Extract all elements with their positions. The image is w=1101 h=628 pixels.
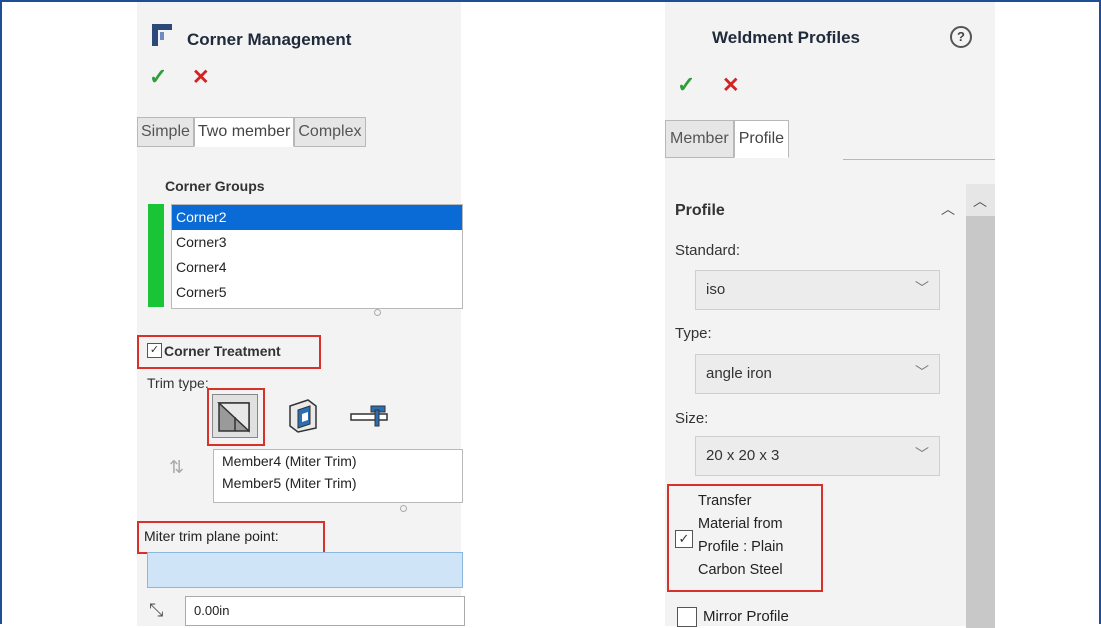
- resize-handle[interactable]: [400, 505, 407, 512]
- weldment-profiles-panel: Weldment Profiles ? ✓ ✕ Member Profile P…: [665, 2, 995, 628]
- chevron-down-icon: ﹀: [915, 280, 929, 296]
- tab-member[interactable]: Member: [665, 120, 734, 158]
- ok-check-icon[interactable]: ✓: [677, 72, 695, 98]
- miter-plane-point-label: Miter trim plane point:: [144, 528, 279, 544]
- mirror-profile-label[interactable]: Mirror Profile: [703, 608, 789, 625]
- cancel-x-icon[interactable]: ✕: [722, 73, 740, 98]
- mirror-profile-checkbox[interactable]: [677, 607, 697, 627]
- size-select[interactable]: 20 x 20 x 3 ﹀: [695, 436, 940, 476]
- corner-management-icon: [152, 24, 172, 46]
- tab-simple[interactable]: Simple: [137, 117, 194, 147]
- tab-complex[interactable]: Complex: [294, 117, 366, 147]
- weldment-profiles-title: Weldment Profiles: [712, 28, 860, 47]
- transfer-material-checkbox[interactable]: ✓: [675, 530, 693, 548]
- corner-management-title: Corner Management: [187, 30, 352, 49]
- type-label: Type:: [675, 325, 712, 342]
- miter-plane-point-field[interactable]: [147, 552, 463, 588]
- profile-section-title: Profile: [675, 202, 725, 219]
- chevron-down-icon: ﹀: [915, 364, 929, 380]
- list-item[interactable]: Corner4: [172, 255, 462, 280]
- tab-two-member[interactable]: Two member: [193, 117, 295, 147]
- standard-select[interactable]: iso ﹀: [695, 270, 940, 310]
- transfer-line: Transfer: [698, 493, 752, 509]
- swap-members-icon[interactable]: ⇅: [169, 457, 184, 478]
- corner-groups-list[interactable]: Corner2 Corner3 Corner4 Corner5: [171, 204, 463, 309]
- miter-trim-icon[interactable]: [212, 394, 258, 438]
- distance-input[interactable]: 0.00in: [185, 596, 465, 626]
- ok-check-icon[interactable]: ✓: [149, 64, 167, 90]
- scrollbar-thumb[interactable]: [966, 216, 995, 628]
- coped-trim-icon[interactable]: [349, 400, 389, 432]
- list-item[interactable]: Member4 (Miter Trim): [214, 450, 462, 472]
- list-item[interactable]: Member5 (Miter Trim): [214, 472, 462, 494]
- transfer-material-label[interactable]: Transfer Material from Profile : Plain C…: [698, 490, 783, 582]
- tab-profile[interactable]: Profile: [733, 120, 790, 158]
- corner-groups-label: Corner Groups: [165, 178, 265, 194]
- corner-tabs: Simple Two member Complex: [137, 117, 366, 147]
- tab-underline: [843, 159, 995, 160]
- corner-treatment-label[interactable]: Corner Treatment: [164, 343, 281, 359]
- transfer-line: Material from: [698, 516, 783, 532]
- size-label: Size:: [675, 410, 709, 427]
- list-item[interactable]: Corner2: [172, 205, 462, 230]
- members-list[interactable]: Member4 (Miter Trim) Member5 (Miter Trim…: [213, 449, 463, 503]
- corner-management-panel: Corner Management ✓ ✕ Simple Two member …: [137, 2, 465, 626]
- list-item[interactable]: Corner5: [172, 280, 462, 305]
- chevron-down-icon: ﹀: [915, 446, 929, 462]
- resize-handle[interactable]: [374, 309, 381, 316]
- distance-icon: ⤡: [149, 600, 164, 620]
- collapse-icon[interactable]: ︿: [941, 199, 955, 219]
- list-item[interactable]: Corner3: [172, 230, 462, 255]
- standard-value: iso: [706, 281, 726, 298]
- transfer-line: Profile : Plain: [698, 539, 784, 555]
- type-select[interactable]: angle iron ﹀: [695, 354, 940, 394]
- cancel-x-icon[interactable]: ✕: [192, 65, 210, 90]
- corner-groups-color-bar: [148, 204, 164, 307]
- size-value: 20 x 20 x 3: [706, 447, 780, 464]
- corner-treatment-checkbox[interactable]: ✓: [147, 343, 162, 358]
- trim-type-label: Trim type:: [147, 375, 209, 391]
- transfer-line: Carbon Steel: [698, 562, 783, 578]
- butt-trim-icon[interactable]: [284, 396, 320, 434]
- help-icon[interactable]: ?: [950, 26, 972, 48]
- scroll-up-icon[interactable]: ︿: [973, 191, 987, 211]
- type-value: angle iron: [706, 365, 772, 382]
- weldment-tabs: Member Profile: [665, 120, 790, 158]
- standard-label: Standard:: [675, 242, 741, 259]
